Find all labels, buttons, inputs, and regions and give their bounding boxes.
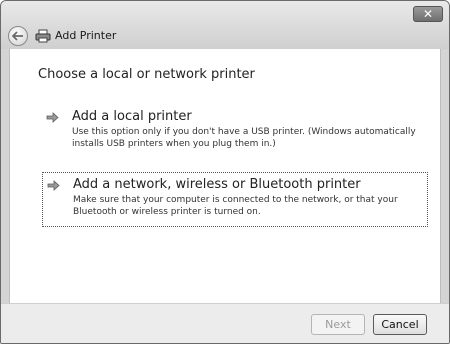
add-printer-window: ✕ Add Printer Choose a local or network … (0, 0, 450, 344)
next-button[interactable]: Next (311, 314, 365, 335)
title-bar: ✕ Add Printer (1, 1, 449, 49)
option-description: Make sure that your computer is connecte… (73, 195, 398, 217)
window-title: Add Printer (55, 29, 117, 42)
option-title: Add a local printer (72, 109, 192, 124)
add-network-printer-option[interactable]: Add a network, wireless or Bluetooth pri… (42, 172, 428, 227)
arrow-right-icon (47, 180, 60, 191)
option-title: Add a network, wireless or Bluetooth pri… (73, 177, 361, 192)
add-local-printer-option[interactable]: Add a local printer Use this option only… (42, 105, 428, 155)
button-bar: Next Cancel (1, 303, 449, 343)
back-button[interactable] (8, 26, 28, 46)
wizard-content: Choose a local or network printer Add a … (9, 49, 441, 303)
back-arrow-icon (12, 31, 23, 41)
printer-icon (35, 29, 51, 43)
cancel-button[interactable]: Cancel (373, 314, 427, 335)
close-button[interactable]: ✕ (413, 6, 443, 22)
close-icon: ✕ (422, 7, 434, 21)
arrow-right-icon (46, 112, 59, 123)
page-heading: Choose a local or network printer (38, 67, 255, 82)
option-description: Use this option only if you don't have a… (72, 127, 416, 149)
